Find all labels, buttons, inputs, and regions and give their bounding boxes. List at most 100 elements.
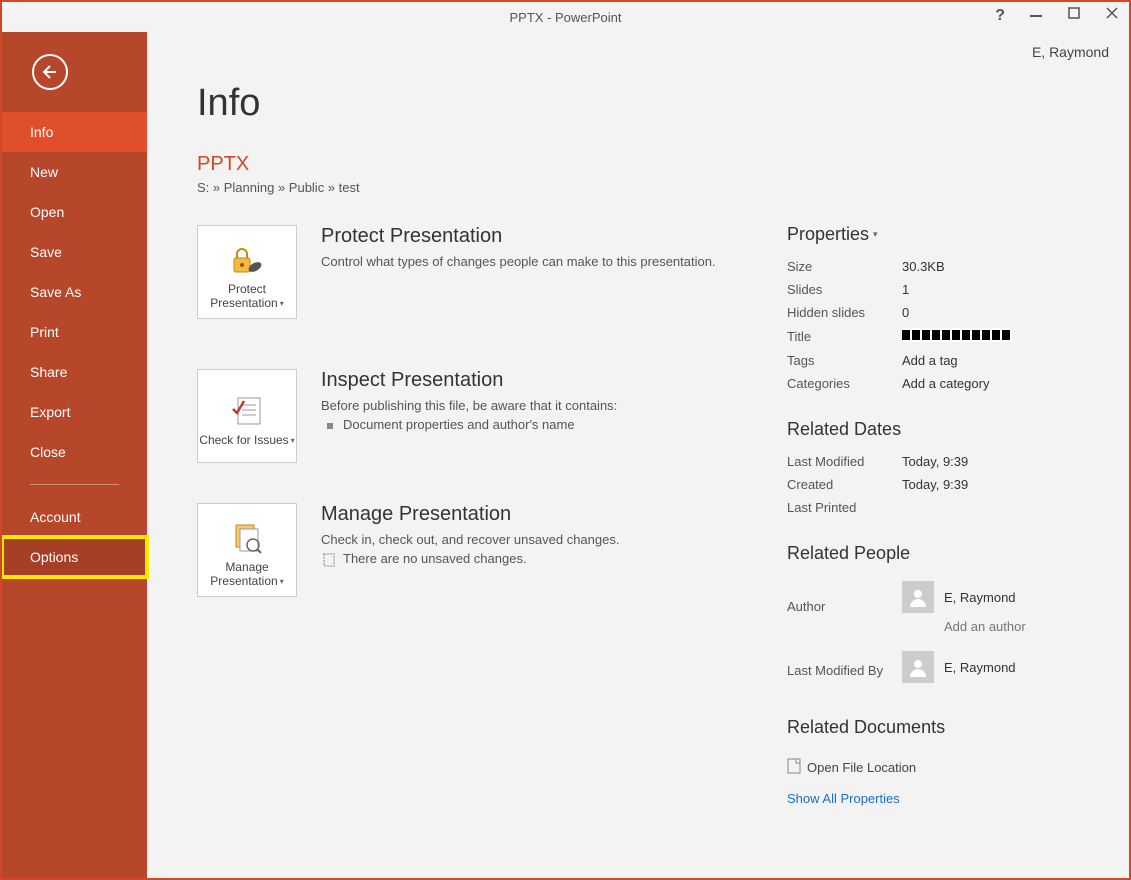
open-file-location-label: Open File Location: [807, 760, 916, 775]
avatar-icon: [902, 651, 934, 683]
page-title: Info: [197, 82, 787, 125]
avatar-icon: [902, 581, 934, 613]
prop-key: Hidden slides: [787, 301, 902, 324]
prop-value: 1: [902, 278, 1105, 301]
file-icon: [787, 758, 801, 777]
lastmod-name: E, Raymond: [944, 660, 1016, 675]
app-title: PPTX - PowerPoint: [510, 10, 622, 25]
open-file-location[interactable]: Open File Location: [787, 758, 1105, 777]
protect-section: Protect Presentation▾ Protect Presentati…: [197, 225, 787, 319]
add-category[interactable]: Add a category: [902, 372, 1105, 395]
chevron-down-icon: ▾: [280, 299, 284, 309]
sidebar-item-info[interactable]: Info: [2, 112, 147, 152]
sidebar-item-share[interactable]: Share: [2, 352, 147, 392]
sidebar-item-account[interactable]: Account: [2, 497, 147, 537]
sidebar-item-save[interactable]: Save: [2, 232, 147, 272]
sidebar-item-close[interactable]: Close: [2, 432, 147, 472]
prop-key: Slides: [787, 278, 902, 301]
section-desc: Check in, check out, and recover unsaved…: [321, 532, 787, 547]
back-button[interactable]: [32, 54, 68, 90]
inspect-bullet: Document properties and author's name: [321, 417, 787, 432]
properties-head-label: Properties: [787, 224, 869, 245]
date-value: Today, 9:39: [902, 450, 1105, 473]
section-title: Inspect Presentation: [321, 369, 787, 392]
backstage-sidebar: Info New Open Save Save As Print Share E…: [2, 32, 147, 878]
prop-key: Categories: [787, 372, 902, 395]
sidebar-item-options[interactable]: Options: [2, 537, 147, 577]
checklist-icon: [230, 391, 264, 431]
lastmod-key: Last Modified By: [787, 638, 902, 693]
properties-panel: Properties ▾ Size30.3KB Slides1 Hidden s…: [787, 82, 1129, 878]
tile-label: Check for Issues: [199, 433, 288, 447]
author-name: E, Raymond: [944, 590, 1016, 605]
date-value: Today, 9:39: [902, 473, 1105, 496]
nav-label: Save: [30, 244, 62, 260]
chevron-down-icon: ▾: [291, 436, 295, 446]
add-tag[interactable]: Add a tag: [902, 349, 1105, 372]
documents-icon: [230, 518, 264, 558]
show-all-properties[interactable]: Show All Properties: [787, 791, 1105, 806]
title-bar: PPTX - PowerPoint ?: [2, 2, 1129, 32]
sidebar-item-open[interactable]: Open: [2, 192, 147, 232]
section-title: Manage Presentation: [321, 503, 787, 526]
backstage-view: PPTX - PowerPoint ? E, Raymond: [0, 0, 1131, 880]
nav-label: Export: [30, 404, 70, 420]
redacted-title: [902, 328, 1012, 342]
section-desc: Control what types of changes people can…: [321, 254, 787, 269]
doc-path[interactable]: S: » Planning » Public » test: [197, 180, 787, 195]
document-icon: [323, 553, 335, 570]
window-controls: ?: [995, 6, 1119, 25]
manage-section: Manage Presentation▾ Manage Presentation…: [197, 503, 787, 597]
sidebar-item-export[interactable]: Export: [2, 392, 147, 432]
tile-label: Manage Presentation: [210, 560, 277, 588]
nav-label: Close: [30, 444, 66, 460]
dates-table: Last ModifiedToday, 9:39 CreatedToday, 9…: [787, 450, 1105, 519]
prop-value: 0: [902, 301, 1105, 324]
nav-label: Info: [30, 124, 53, 140]
people-table: Author E, Raymond Add an author: [787, 574, 1105, 693]
chevron-down-icon: ▾: [280, 577, 284, 587]
lock-icon: [230, 240, 264, 280]
section-title: Protect Presentation: [321, 225, 787, 248]
section-desc: Before publishing this file, be aware th…: [321, 398, 787, 413]
prop-key: Size: [787, 255, 902, 278]
related-docs-heading: Related Documents: [787, 717, 945, 738]
protect-presentation-button[interactable]: Protect Presentation▾: [197, 225, 297, 319]
nav-label: Account: [30, 509, 81, 525]
author-key: Author: [787, 574, 902, 638]
inspect-section: Check for Issues▾ Inspect Presentation B…: [197, 369, 787, 463]
tile-label: Protect Presentation: [210, 282, 277, 310]
nav-label: Save As: [30, 284, 81, 300]
nav-label: Open: [30, 204, 64, 220]
date-value: [902, 496, 1105, 519]
properties-table: Size30.3KB Slides1 Hidden slides0 Title …: [787, 255, 1105, 395]
add-author[interactable]: Add an author: [902, 619, 1105, 634]
sidebar-divider: [30, 484, 119, 485]
lastmod-person[interactable]: E, Raymond: [902, 648, 1105, 683]
related-dates-heading: Related Dates: [787, 419, 901, 440]
main-panel: Info PPTX S: » Planning » Public » test: [147, 32, 1129, 878]
minimize-button[interactable]: [1029, 6, 1043, 25]
prop-value: 30.3KB: [902, 255, 1105, 278]
author-person[interactable]: E, Raymond: [902, 578, 1105, 613]
sidebar-item-print[interactable]: Print: [2, 312, 147, 352]
restore-button[interactable]: [1067, 6, 1081, 25]
nav-label: New: [30, 164, 58, 180]
unsaved-text: There are no unsaved changes.: [343, 551, 527, 566]
date-key: Last Modified: [787, 450, 902, 473]
doc-name: PPTX: [197, 153, 787, 176]
close-button[interactable]: [1105, 6, 1119, 25]
sidebar-item-new[interactable]: New: [2, 152, 147, 192]
unsaved-line: There are no unsaved changes.: [321, 551, 787, 566]
sidebar-item-saveas[interactable]: Save As: [2, 272, 147, 312]
prop-key: Title: [787, 324, 902, 349]
prop-value-title[interactable]: [902, 324, 1105, 349]
related-people-heading: Related People: [787, 543, 910, 564]
check-for-issues-button[interactable]: Check for Issues▾: [197, 369, 297, 463]
date-key: Last Printed: [787, 496, 902, 519]
help-icon[interactable]: ?: [995, 7, 1005, 25]
chevron-down-icon: ▾: [873, 229, 878, 240]
nav-label: Share: [30, 364, 67, 380]
properties-heading[interactable]: Properties ▾: [787, 224, 878, 245]
manage-presentation-button[interactable]: Manage Presentation▾: [197, 503, 297, 597]
